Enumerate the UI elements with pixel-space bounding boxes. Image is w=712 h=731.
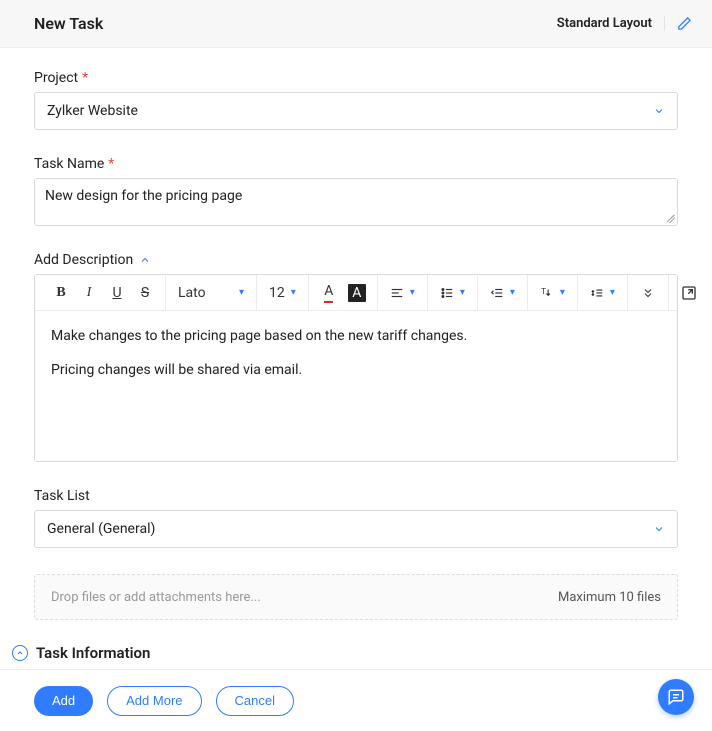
underline-button[interactable]: U bbox=[103, 279, 131, 307]
pencil-icon bbox=[677, 16, 692, 31]
chevron-down-icon: ▾ bbox=[560, 287, 565, 298]
outdent-button[interactable]: ▾ bbox=[484, 279, 521, 307]
edit-layout-button[interactable] bbox=[664, 16, 692, 31]
page-title: New Task bbox=[34, 14, 103, 33]
font-family-value: Lato bbox=[178, 285, 206, 301]
highlight-color-button[interactable]: A bbox=[343, 279, 371, 307]
header-actions: Standard Layout bbox=[557, 16, 692, 31]
chevron-down-icon bbox=[653, 523, 665, 535]
task-list-field-block: Task List General (General) bbox=[34, 488, 678, 548]
text-color-button[interactable]: A bbox=[315, 279, 343, 307]
font-size-select[interactable]: 12 ▾ bbox=[263, 279, 302, 307]
cancel-button[interactable]: Cancel bbox=[216, 686, 294, 716]
expand-icon bbox=[681, 285, 697, 301]
align-left-icon bbox=[390, 286, 404, 300]
editor-toolbar: B I U S Lato ▾ 12 ▾ bbox=[35, 275, 677, 311]
bold-button[interactable]: B bbox=[47, 279, 75, 307]
task-information-title: Task Information bbox=[36, 644, 150, 662]
task-name-value: New design for the pricing page bbox=[45, 188, 242, 204]
chevron-up-icon bbox=[139, 254, 151, 266]
fullscreen-editor-button[interactable] bbox=[675, 279, 703, 307]
task-name-label-text: Task Name bbox=[34, 156, 104, 172]
chevron-down-icon: ▾ bbox=[410, 287, 415, 298]
strikethrough-button[interactable]: S bbox=[131, 279, 159, 307]
add-more-button[interactable]: Add More bbox=[107, 686, 201, 716]
task-name-label: Task Name* bbox=[34, 156, 678, 172]
align-button[interactable]: ▾ bbox=[384, 279, 421, 307]
double-chevron-down-icon bbox=[642, 287, 654, 299]
description-field-block: Add Description B I U S Lato ▾ bbox=[34, 252, 678, 462]
task-list-select-value: General (General) bbox=[47, 521, 155, 537]
description-input[interactable]: Make changes to the pricing page based o… bbox=[35, 311, 677, 461]
collapse-icon bbox=[12, 645, 28, 661]
attachment-dropzone[interactable]: Drop files or add attachments here... Ma… bbox=[34, 574, 678, 620]
outdent-icon bbox=[490, 286, 504, 300]
chevron-down-icon: ▾ bbox=[510, 287, 515, 298]
task-list-label-text: Task List bbox=[34, 488, 90, 504]
more-tools-button[interactable] bbox=[634, 279, 662, 307]
bullet-list-icon bbox=[440, 286, 454, 300]
rich-text-editor: B I U S Lato ▾ 12 ▾ bbox=[34, 274, 678, 462]
italic-button[interactable]: I bbox=[75, 279, 103, 307]
task-name-field-block: Task Name* New design for the pricing pa… bbox=[34, 156, 678, 226]
svg-text:T: T bbox=[541, 286, 546, 296]
chevron-down-icon: ▾ bbox=[239, 287, 244, 298]
task-information-section-header[interactable]: Task Information bbox=[12, 644, 678, 662]
task-name-input[interactable]: New design for the pricing page bbox=[34, 178, 678, 226]
description-label-text: Add Description bbox=[34, 252, 133, 268]
chevron-down-icon: ▾ bbox=[291, 287, 296, 298]
description-line: Pricing changes will be shared via email… bbox=[51, 359, 661, 383]
project-label: Project* bbox=[34, 70, 678, 86]
text-direction-button[interactable]: T ▾ bbox=[534, 279, 571, 307]
required-indicator: * bbox=[82, 70, 88, 86]
chevron-down-icon bbox=[653, 105, 665, 117]
line-height-icon bbox=[590, 286, 604, 300]
description-line: Make changes to the pricing page based o… bbox=[51, 325, 661, 349]
text-direction-icon: T bbox=[540, 286, 554, 300]
project-select[interactable]: Zylker Website bbox=[34, 92, 678, 130]
dialog-footer: Add Add More Cancel bbox=[0, 669, 712, 731]
add-button[interactable]: Add bbox=[34, 686, 93, 716]
form-content: Project* Zylker Website Task Name* New d… bbox=[0, 48, 712, 669]
font-size-value: 12 bbox=[269, 285, 285, 301]
task-list-select[interactable]: General (General) bbox=[34, 510, 678, 548]
description-toggle[interactable]: Add Description bbox=[34, 252, 678, 268]
chevron-down-icon: ▾ bbox=[460, 287, 465, 298]
line-height-button[interactable]: ▾ bbox=[584, 279, 621, 307]
dropzone-placeholder: Drop files or add attachments here... bbox=[51, 590, 261, 605]
dropzone-limit: Maximum 10 files bbox=[558, 590, 661, 605]
chevron-down-icon: ▾ bbox=[610, 287, 615, 298]
dialog-header: New Task Standard Layout bbox=[0, 0, 712, 48]
chat-fab[interactable] bbox=[658, 679, 694, 715]
project-label-text: Project bbox=[34, 70, 78, 86]
task-list-label: Task List bbox=[34, 488, 678, 504]
project-select-value: Zylker Website bbox=[47, 103, 138, 119]
list-button[interactable]: ▾ bbox=[434, 279, 471, 307]
project-field-block: Project* Zylker Website bbox=[34, 70, 678, 130]
font-family-select[interactable]: Lato ▾ bbox=[172, 279, 250, 307]
chat-icon bbox=[667, 688, 685, 706]
required-indicator: * bbox=[108, 156, 114, 172]
layout-selector[interactable]: Standard Layout bbox=[557, 16, 652, 31]
